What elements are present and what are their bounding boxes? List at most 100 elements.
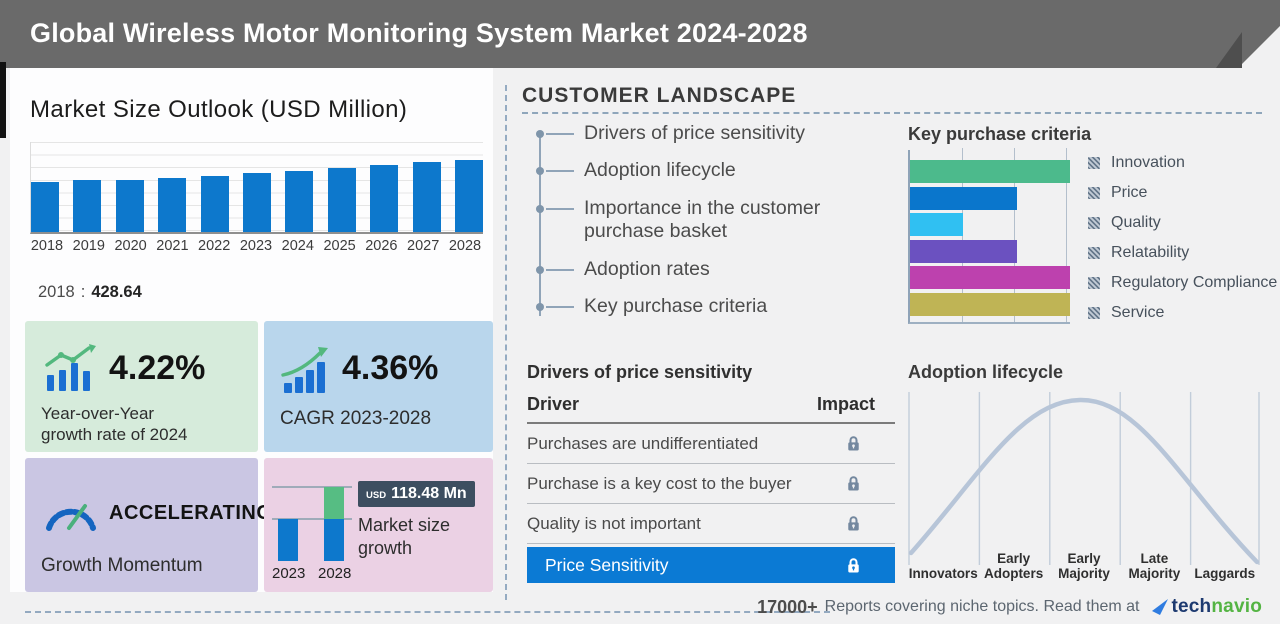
yoy-label: Year-over-Year growth rate of 2024 [41,403,199,446]
growth-momentum-card: ACCELERATING Growth Momentum [25,458,258,592]
kpc-bar-quality [910,213,963,236]
driver-row-purchase-is-a-key-cost-to-the-buyer: Purchase is a key cost to the buyer [527,464,895,504]
legend-label: Service [1111,304,1164,322]
speedometer-icon [43,492,99,532]
market-bar-2027 [413,162,441,232]
table-header-row: Driver Impact [527,394,895,424]
legend-label: Regulatory Compliance [1111,274,1277,292]
yoy-value: 4.22% [109,349,205,388]
cagr-card: 4.36% CAGR 2023-2028 [264,321,493,452]
base-year-value: 428.64 [91,283,141,301]
growth-label: Market size growth [358,514,470,559]
growth-amount-badge: USD 118.48 Mn [358,481,475,507]
lock-icon [844,514,863,533]
landscape-item-key-purchase-criteria: Key purchase criteria [540,295,870,318]
landscape-item-adoption-rates: Adoption rates [540,258,870,281]
report-count: 17000+ [757,597,818,618]
market-bar-2018 [31,182,59,232]
page-corner-cut [1238,26,1280,68]
adoption-lifecycle-chart: InnovatorsEarlyAdoptersEarlyMajorityLate… [908,390,1260,582]
column-driver: Driver [527,394,579,415]
driver-label: Purchases are undifferentiated [527,434,758,454]
legend-marker-icon [1088,217,1100,229]
brand-text-dark: tech [1172,596,1212,618]
header-bar: Global Wireless Motor Monitoring System … [0,0,1280,68]
bar-trend-icon [43,343,99,393]
legend-label: Innovation [1111,154,1185,172]
legend-item-innovation: Innovation [1088,152,1277,173]
x-tick-2025: 2025 [323,238,357,254]
stage-label-early-majority: EarlyMajority [1049,538,1119,582]
infographic-root: Global Wireless Motor Monitoring System … [0,0,1280,624]
legend-item-quality: Quality [1088,212,1277,233]
driver-label: Quality is not important [527,514,701,534]
market-bar-2023 [243,173,271,232]
legend-marker-icon [1088,187,1100,199]
stage-label-laggards: Laggards [1190,538,1260,582]
key-purchase-criteria-chart [908,150,1070,324]
landscape-item-drivers-of-price-sensitivity: Drivers of price sensitivity [540,122,870,145]
driver-row-quality-is-not-important: Quality is not important [527,504,895,544]
x-tick-2027: 2027 [406,238,440,254]
x-tick-2023: 2023 [239,238,273,254]
footer-divider [25,611,830,613]
market-bar-2020 [116,180,144,232]
growth-year-end: 2028 [318,565,351,582]
growth-arrow-icon [280,345,334,395]
market-size-x-axis: 2018201920202021202220232024202520262027… [30,238,482,254]
price-sensitivity-table: Driver Impact Purchases are undifferenti… [527,394,895,583]
customer-landscape-list: Drivers of price sensitivity Adoption lif… [540,122,870,332]
kpc-bar-innovation [910,160,1070,183]
market-size-title: Market Size Outlook (USD Million) [30,96,407,124]
footer: 17000+ Reports covering niche topics. Re… [757,596,1262,618]
cagr-label: CAGR 2023-2028 [280,407,431,431]
kpc-bar-price [910,187,1017,210]
driver-row-purchases-are-undifferentiated: Purchases are undifferentiated [527,424,895,464]
x-tick-2022: 2022 [197,238,231,254]
base-year-separator: : [81,283,86,301]
adoption-stage-labels: InnovatorsEarlyAdoptersEarlyMajorityLate… [908,538,1260,582]
stage-label-late-majority: LateMajority [1119,538,1189,582]
market-bar-2026 [370,165,398,232]
legend-item-regulatory-compliance: Regulatory Compliance [1088,272,1277,293]
market-bar-2022 [201,176,229,233]
legend-item-service: Service [1088,302,1277,323]
customer-landscape-divider [522,112,1262,114]
kpc-bar-relatability [910,240,1017,263]
x-tick-2018: 2018 [30,238,64,254]
cagr-value: 4.36% [342,349,438,388]
growth-bar-2028-delta [324,487,344,519]
momentum-value: ACCELERATING [109,502,272,525]
x-tick-2021: 2021 [155,238,189,254]
market-size-growth-card: 2023 2028 USD 118.48 Mn Market size grow… [264,458,493,592]
highlight-row-label: Price Sensitivity [545,555,669,576]
x-tick-2024: 2024 [281,238,315,254]
driver-label: Purchase is a key cost to the buyer [527,474,792,494]
growth-bar-2023 [278,519,298,561]
market-bar-2025 [328,168,356,232]
growth-currency: USD [366,490,386,501]
x-tick-2019: 2019 [72,238,106,254]
market-bar-2028 [455,160,483,232]
legend-label: Quality [1111,214,1161,232]
column-impact: Impact [817,394,875,415]
footer-text: Reports covering niche topics. Read them… [825,598,1140,616]
market-bar-2024 [285,171,313,232]
landscape-item-adoption-lifecycle: Adoption lifecycle [540,159,870,182]
page-corner-fold-icon [1216,32,1242,68]
key-purchase-criteria-title: Key purchase criteria [908,124,1091,145]
x-tick-2028: 2028 [448,238,482,254]
legend-marker-icon [1088,307,1100,319]
momentum-label: Growth Momentum [41,554,203,578]
stage-label-early-adopters: EarlyAdopters [978,538,1048,582]
market-bar-2021 [158,178,186,232]
yoy-growth-card: 4.22% Year-over-Year growth rate of 2024 [25,321,258,452]
x-tick-2020: 2020 [114,238,148,254]
price-sensitivity-title: Drivers of price sensitivity [527,362,752,383]
market-size-bar-chart [30,142,483,234]
legend-item-relatability: Relatability [1088,242,1277,263]
market-size-panel: Market Size Outlook (USD Million) 2018 20… [10,68,493,592]
base-year: 2018 [38,283,75,301]
technavio-arrow-icon [1151,598,1169,616]
legend-marker-icon [1088,247,1100,259]
